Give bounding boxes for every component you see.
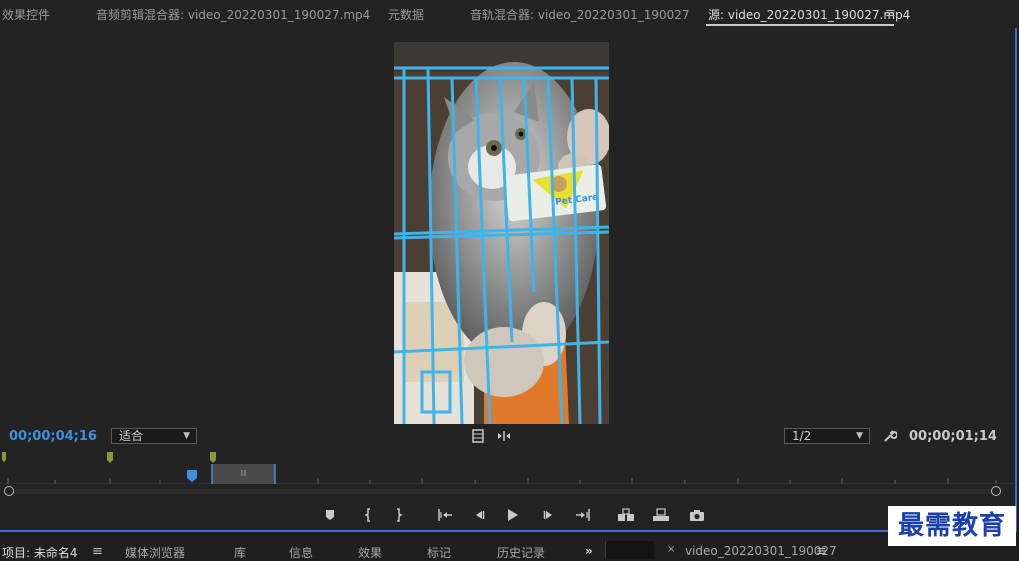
camera-icon xyxy=(690,509,704,521)
tab-audio-clip-mixer[interactable]: 音频剪辑混合器: video_20220301_190027.mp4 xyxy=(96,6,370,23)
mark-in-icon xyxy=(364,508,370,522)
wrench-icon[interactable] xyxy=(883,429,898,446)
video-preview: Pet Care xyxy=(394,42,609,424)
play-icon xyxy=(508,509,518,521)
add-marker-button[interactable] xyxy=(321,506,339,524)
close-icon[interactable]: × xyxy=(667,544,675,555)
tab-info[interactable]: 信息 xyxy=(289,544,313,561)
tab-markers[interactable]: 标记 xyxy=(427,544,451,561)
tab-effects[interactable]: 效果 xyxy=(358,544,382,561)
scroll-handle-right[interactable] xyxy=(991,486,1001,496)
tab-project[interactable]: 项目: 未命名4 xyxy=(2,544,78,561)
panel-menu-icon[interactable]: ≡ xyxy=(885,6,896,21)
go-to-in-icon xyxy=(438,509,452,521)
tab-timeline-sequence[interactable]: video_20220301_190027 xyxy=(685,544,837,558)
tab-metadata[interactable]: 元数据 xyxy=(388,6,424,23)
watermark-logo: 最需教育 xyxy=(888,506,1016,546)
active-tab-indicator xyxy=(706,24,894,26)
mark-out-button[interactable] xyxy=(390,506,408,524)
overwrite-button[interactable] xyxy=(652,506,670,524)
insert-button[interactable] xyxy=(617,506,635,524)
step-back-button[interactable] xyxy=(470,506,488,524)
go-to-out-icon xyxy=(576,509,590,521)
play-button[interactable] xyxy=(504,506,522,524)
step-forward-button[interactable] xyxy=(540,506,558,524)
marker-icon xyxy=(326,510,334,520)
zoom-level-value: 适合 xyxy=(119,429,144,443)
tab-history[interactable]: 历史记录 xyxy=(497,544,545,561)
overwrite-icon xyxy=(653,508,669,521)
zoom-scroll-bar[interactable] xyxy=(8,489,996,494)
panel-separator xyxy=(605,541,654,559)
duration-timecode: 00;00;01;14 xyxy=(909,429,997,444)
panel-menu-icon[interactable]: ≡ xyxy=(816,544,827,559)
video-frame-image: Pet Care xyxy=(394,42,609,424)
tab-effect-controls[interactable]: 效果控件 xyxy=(2,6,50,23)
resolution-value: 1/2 xyxy=(792,429,812,443)
playback-resolution-select[interactable]: 1/2 ▼ xyxy=(784,428,870,444)
current-timecode[interactable]: 00;00;04;16 xyxy=(9,429,97,444)
mark-out-icon xyxy=(397,508,403,522)
panel-menu-icon[interactable]: ≡ xyxy=(92,544,103,559)
tab-audio-track-mixer[interactable]: 音轨混合器: video_20220301_190027 xyxy=(470,6,690,23)
chevron-down-icon: ▼ xyxy=(183,431,190,441)
go-to-out-button[interactable] xyxy=(574,506,592,524)
chevron-down-icon: ▼ xyxy=(856,431,863,441)
tab-source-monitor[interactable]: 源: video_20220301_190027.mp4 xyxy=(708,6,910,23)
tab-libraries[interactable]: 库 xyxy=(234,544,246,561)
export-frame-button[interactable] xyxy=(688,506,706,524)
insert-icon xyxy=(618,508,634,521)
go-to-in-button[interactable] xyxy=(436,506,454,524)
mark-in-button[interactable] xyxy=(359,506,377,524)
drag-audio-icon[interactable] xyxy=(497,429,511,446)
more-tabs-icon[interactable]: » xyxy=(585,544,593,558)
step-back-icon xyxy=(476,511,485,519)
step-forward-icon xyxy=(543,511,552,519)
time-ruler[interactable] xyxy=(0,448,1017,485)
drag-video-icon[interactable] xyxy=(472,429,484,446)
zoom-level-select[interactable]: 适合 ▼ xyxy=(111,428,197,444)
scroll-handle-left[interactable] xyxy=(4,486,14,496)
tab-media-browser[interactable]: 媒体浏览器 xyxy=(125,544,185,561)
